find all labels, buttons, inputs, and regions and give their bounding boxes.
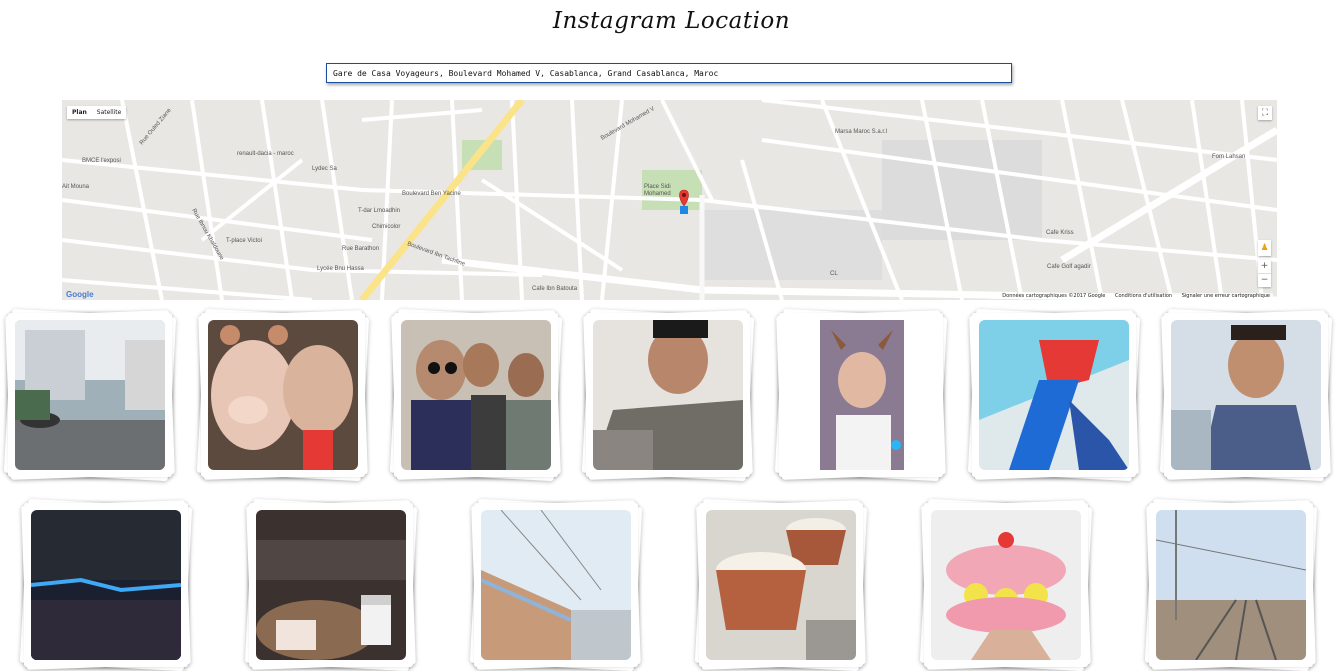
- google-logo: Google: [66, 290, 94, 299]
- night-city-photo[interactable]: [31, 510, 181, 660]
- map-report-link[interactable]: Signaler une erreur cartographique: [1182, 293, 1270, 299]
- photo-card[interactable]: [196, 308, 370, 482]
- page-title: Instagram Location: [552, 8, 791, 34]
- photo-card[interactable]: [19, 498, 193, 671]
- photo-card[interactable]: [469, 498, 643, 671]
- train-photo[interactable]: [481, 510, 631, 660]
- svg-text:Cafe Ibn Batouta: Cafe Ibn Batouta: [532, 286, 578, 292]
- map-streets: Place Sidi Mohamed Marsa Maroc S.a.r.l r…: [62, 100, 1277, 300]
- cafe-photo[interactable]: [256, 510, 406, 660]
- map-type-satellite[interactable]: Satellite: [92, 106, 127, 119]
- zoom-control[interactable]: + −: [1258, 260, 1271, 287]
- svg-text:renault-dacia - maroc: renault-dacia - maroc: [237, 151, 294, 157]
- map-type-plan[interactable]: Plan: [67, 106, 92, 119]
- street-photo[interactable]: [15, 320, 165, 470]
- selfie-filter-photo[interactable]: [208, 320, 358, 470]
- photo-card[interactable]: [1144, 498, 1318, 671]
- svg-text:Place Sidi: Place Sidi: [644, 184, 671, 190]
- svg-text:T-place Victoi: T-place Victoi: [226, 238, 262, 244]
- map-attribution: Données cartographiques ©2017 Google Con…: [991, 293, 1273, 299]
- svg-text:Ait Mouna: Ait Mouna: [62, 184, 90, 190]
- map-data-credit: Données cartographiques ©2017 Google: [1002, 293, 1106, 299]
- svg-text:Lycée Bnu Hassa: Lycée Bnu Hassa: [317, 266, 364, 272]
- photo-card[interactable]: [581, 308, 755, 482]
- photo-card[interactable]: [389, 308, 563, 482]
- photo-card[interactable]: [919, 498, 1093, 671]
- photo-card[interactable]: [3, 308, 177, 482]
- macaron-photo[interactable]: [931, 510, 1081, 660]
- fullscreen-icon[interactable]: ⛶: [1258, 106, 1272, 120]
- photo-card[interactable]: [244, 498, 418, 671]
- svg-text:T-dar Lmoadhin: T-dar Lmoadhin: [358, 208, 400, 214]
- photo-card[interactable]: [967, 308, 1141, 482]
- svg-text:Rue Barathon: Rue Barathon: [342, 246, 379, 252]
- photo-card[interactable]: [1159, 308, 1333, 482]
- zoom-out-button[interactable]: −: [1258, 273, 1271, 287]
- map-terms-link[interactable]: Conditions d'utilisation: [1115, 293, 1172, 299]
- blue-dress-photo[interactable]: [979, 320, 1129, 470]
- google-map[interactable]: Place Sidi Mohamed Marsa Maroc S.a.r.l r…: [62, 100, 1277, 300]
- location-search-input[interactable]: [326, 63, 1012, 83]
- svg-text:Chimicolor: Chimicolor: [372, 224, 400, 230]
- svg-text:Mohamed: Mohamed: [644, 191, 671, 197]
- portrait-photo[interactable]: [593, 320, 743, 470]
- dog-filter-photo[interactable]: [786, 320, 936, 470]
- group-selfie-photo[interactable]: [401, 320, 551, 470]
- svg-text:Boulevard Ben Yacine: Boulevard Ben Yacine: [402, 191, 461, 197]
- pudding-photo[interactable]: [706, 510, 856, 660]
- street-view-pegman-icon[interactable]: ♟: [1258, 240, 1271, 256]
- railway-photo[interactable]: [1156, 510, 1306, 660]
- svg-text:Lydec Sa: Lydec Sa: [312, 166, 337, 172]
- selfie-photo[interactable]: [1171, 320, 1321, 470]
- svg-text:CL: CL: [830, 271, 838, 277]
- photo-card[interactable]: [694, 498, 868, 671]
- photo-card[interactable]: [774, 308, 948, 482]
- map-type-control[interactable]: Plan Satellite: [67, 106, 127, 119]
- svg-text:Fom Lahsan: Fom Lahsan: [1212, 154, 1245, 160]
- svg-text:Cafe Golf agadir: Cafe Golf agadir: [1047, 264, 1091, 270]
- svg-text:BMCE l'exposi: BMCE l'exposi: [82, 158, 121, 164]
- svg-text:Cafe Kriss: Cafe Kriss: [1046, 230, 1074, 236]
- svg-text:Marsa Maroc S.a.r.l: Marsa Maroc S.a.r.l: [835, 129, 887, 135]
- zoom-in-button[interactable]: +: [1258, 260, 1271, 273]
